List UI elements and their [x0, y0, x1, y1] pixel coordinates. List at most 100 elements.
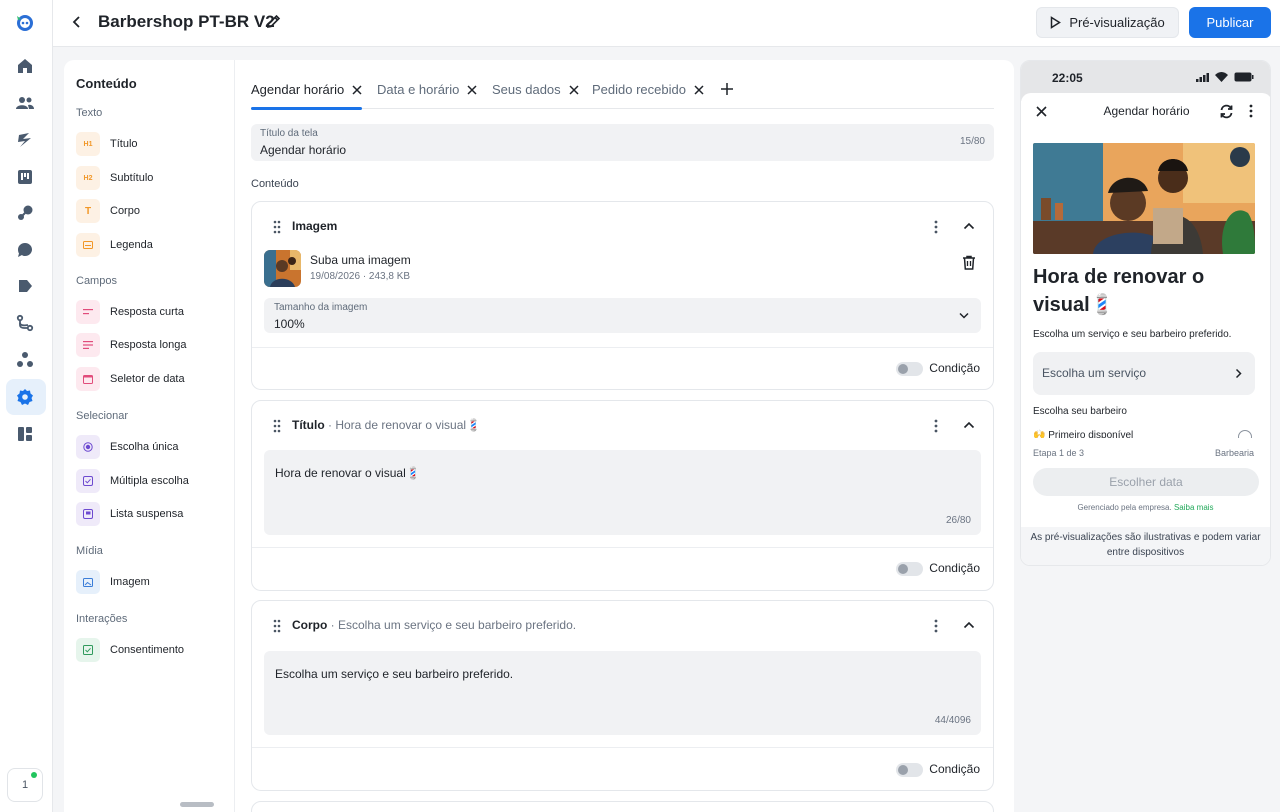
select-label: Tamanho da imagem [274, 302, 368, 313]
palette-item-legenda[interactable]: Legenda [76, 233, 153, 257]
field-value: Agendar horário [260, 143, 347, 157]
chat-icon[interactable] [16, 241, 34, 259]
palette-item-consentimento[interactable]: Consentimento [76, 638, 184, 662]
tab-data-e-horario[interactable]: Data e horário [377, 82, 477, 97]
palette-item-resposta-curta[interactable]: Resposta curta [76, 300, 184, 324]
chevron-down-icon [959, 312, 969, 319]
service-select[interactable]: Escolha um serviço [1033, 352, 1255, 395]
image-size-select[interactable]: Tamanho da imagem 100% [264, 298, 981, 333]
image-thumbnail [264, 250, 301, 287]
left-rail: 1 [0, 0, 53, 812]
back-arrow-icon[interactable] [69, 14, 85, 30]
select-value: 100% [274, 317, 305, 331]
condition-toggle[interactable] [896, 362, 923, 376]
palette-item-lista[interactable]: Lista suspensa [76, 502, 183, 526]
preview-button-label: Pré-visualização [1069, 15, 1165, 30]
collapse-chevron-icon[interactable] [963, 621, 975, 629]
palette-item-subtitulo[interactable]: H2 Subtítulo [76, 166, 153, 190]
palette-item-escolha-unica[interactable]: Escolha única [76, 435, 179, 459]
divider [252, 547, 993, 548]
palette-item-label: Escolha única [110, 441, 179, 453]
drag-handle-icon[interactable] [273, 220, 281, 234]
palette-item-resposta-longa[interactable]: Resposta longa [76, 333, 186, 357]
workspace-switcher[interactable]: 1 [7, 768, 43, 802]
apps-icon[interactable] [16, 425, 34, 443]
tab-label: Seus dados [492, 82, 561, 97]
close-tab-icon[interactable] [467, 84, 477, 95]
home-icon[interactable] [16, 57, 34, 75]
palette-item-label: Legenda [110, 239, 153, 251]
publish-button[interactable]: Publicar [1189, 7, 1271, 38]
title-block-card: Título · Hora de renovar o visual💈 Hora … [251, 400, 994, 591]
integrations-icon[interactable] [16, 204, 34, 222]
status-time: 22:05 [1052, 71, 1083, 85]
palette-item-titulo[interactable]: H1 Título [76, 132, 138, 156]
more-options-icon[interactable] [934, 220, 938, 234]
online-status-dot [31, 772, 37, 778]
collapse-chevron-icon[interactable] [963, 421, 975, 429]
app-logo-icon[interactable] [15, 12, 35, 32]
dropdown-icon [76, 502, 100, 526]
choose-date-button[interactable]: Escolher data [1033, 468, 1259, 496]
scroll-handle[interactable] [180, 802, 214, 807]
collapse-chevron-icon[interactable] [963, 222, 975, 230]
trash-icon[interactable] [962, 255, 976, 270]
palette-item-label: Lista suspensa [110, 508, 184, 520]
palette-item-imagem[interactable]: Imagem [76, 570, 150, 594]
condition-toggle[interactable] [896, 763, 923, 777]
condition-label: Condição [929, 762, 980, 776]
managed-footer: Gerenciado pela empresa. Saiba mais [1021, 503, 1270, 512]
service-placeholder: Escolha um serviço [1042, 366, 1147, 380]
calendar-icon [76, 367, 100, 391]
more-options-icon[interactable] [934, 419, 938, 433]
title-textarea[interactable]: Hora de renovar o visual💈 26/80 [264, 450, 981, 535]
next-block-card [251, 801, 994, 812]
drag-handle-icon[interactable] [273, 419, 281, 433]
tab-agendar-horario[interactable]: Agendar horário [251, 82, 362, 97]
drag-handle-icon[interactable] [273, 619, 281, 633]
managed-text: Gerenciado pela empresa. [1077, 503, 1172, 512]
tab-pedido-recebido[interactable]: Pedido recebido [592, 82, 704, 97]
play-icon [1051, 16, 1062, 29]
textarea-value: Hora de renovar o visual💈 [275, 466, 421, 480]
main-panel: Conteúdo Texto H1 Título H2 Subtítulo T … [64, 60, 1014, 812]
image-block-card: Imagem Suba uma imagem 19/08/2026 · 243,… [251, 201, 994, 390]
add-tab-plus-icon[interactable] [721, 83, 733, 95]
divider [252, 347, 993, 348]
close-tab-icon[interactable] [694, 84, 704, 95]
step-indicator: Etapa 1 de 3 [1033, 448, 1085, 458]
flows-icon[interactable] [16, 314, 34, 332]
broadcast-icon[interactable] [16, 277, 34, 295]
block-subtitle: · Escolha um serviço e seu barbeiro pref… [327, 618, 577, 632]
more-options-icon[interactable] [934, 619, 938, 633]
palette-item-label: Múltipla escolha [110, 475, 189, 487]
learn-more-link[interactable]: Saiba mais [1174, 503, 1214, 512]
long-answer-icon [76, 333, 100, 357]
palette-item-seletor-data[interactable]: Seletor de data [76, 367, 185, 391]
edit-pencil-icon[interactable] [265, 13, 282, 30]
wifi-icon [1215, 72, 1228, 82]
automation-icon[interactable] [16, 131, 34, 149]
section-campos: Campos [76, 275, 117, 287]
more-options-icon[interactable] [1249, 104, 1253, 118]
preview-button[interactable]: Pré-visualização [1036, 7, 1179, 38]
palette-item-multipla[interactable]: Múltipla escolha [76, 469, 189, 493]
refresh-icon[interactable] [1219, 104, 1234, 119]
content-section-label: Conteúdo [251, 178, 299, 190]
palette-heading: Conteúdo [76, 76, 137, 91]
section-selecionar: Selecionar [76, 410, 128, 422]
palette-item-corpo[interactable]: T Corpo [76, 199, 140, 223]
settings-icon[interactable] [16, 388, 34, 406]
screen-title-field[interactable]: Título da tela Agendar horário 15/80 [251, 124, 994, 161]
body-textarea[interactable]: Escolha um serviço e seu barbeiro prefer… [264, 651, 981, 735]
preview-heading: Hora de renovar o visual💈 [1033, 266, 1205, 316]
board-icon[interactable] [16, 168, 34, 186]
tab-seus-dados[interactable]: Seus dados [492, 82, 579, 97]
scroll-fade [1021, 438, 1270, 448]
section-midia: Mídia [76, 545, 103, 557]
close-tab-icon[interactable] [352, 84, 362, 95]
team-icon[interactable] [16, 351, 34, 369]
close-tab-icon[interactable] [569, 84, 579, 95]
condition-toggle[interactable] [896, 562, 923, 576]
contacts-icon[interactable] [16, 94, 34, 112]
